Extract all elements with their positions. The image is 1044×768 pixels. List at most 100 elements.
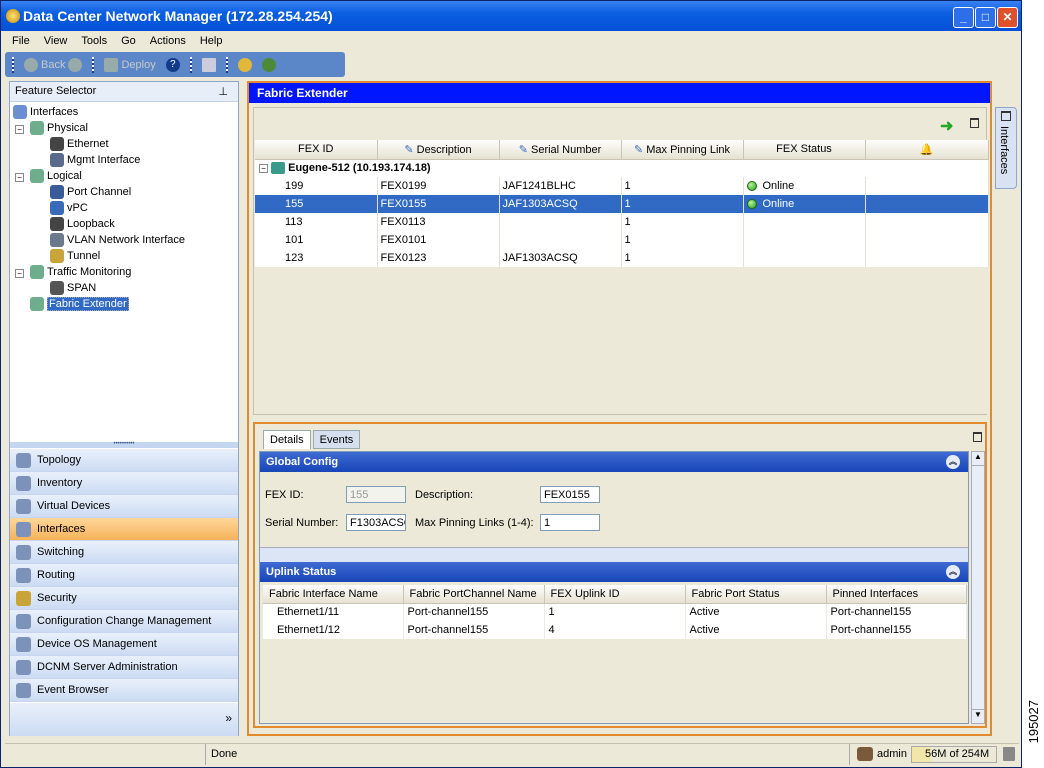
nav-dcnm-server-administration[interactable]: DCNM Server Administration	[10, 656, 238, 679]
delete-button[interactable]	[199, 55, 219, 75]
user-name: admin	[877, 748, 907, 760]
collapse-icon[interactable]: −	[259, 164, 268, 174]
table-row[interactable]: 123 FEX0123 JAF1303ACSQ 1	[255, 249, 989, 267]
refresh-button[interactable]	[235, 55, 255, 75]
table-row[interactable]: 199 FEX0199 JAF1241BLHC 1 Online	[255, 177, 989, 195]
maximize-pane-icon[interactable]	[970, 118, 979, 128]
col-pinned-interfaces[interactable]: Pinned Interfaces	[826, 585, 967, 604]
menu-help[interactable]: Help	[193, 35, 230, 47]
inspect-button[interactable]	[259, 55, 279, 75]
help-button[interactable]: ?	[163, 55, 183, 75]
table-row-selected[interactable]: 155 FEX0155 JAF1303ACSQ 1 Online	[255, 195, 989, 213]
device-group-row[interactable]: − Eugene-512 (10.193.174.18)	[255, 159, 989, 177]
tree-item-tunnel[interactable]: Tunnel	[50, 248, 100, 264]
collapse-icon[interactable]: −	[15, 125, 24, 134]
nav-label: Virtual Devices	[37, 500, 111, 512]
menu-actions[interactable]: Actions	[143, 35, 193, 47]
col-fabric-port-status[interactable]: Fabric Port Status	[685, 585, 827, 604]
nav-event-browser[interactable]: Event Browser	[10, 679, 238, 702]
collapse-section-icon[interactable]: ︽	[946, 565, 960, 579]
collapse-icon[interactable]: −	[15, 173, 24, 182]
nav-routing[interactable]: Routing	[10, 564, 238, 587]
tree-item-physical[interactable]: Physical	[30, 120, 88, 136]
deploy-button[interactable]: Deploy	[101, 55, 158, 75]
table-row[interactable]: Ethernet1/12 Port-channel155 4 Active Po…	[263, 621, 967, 639]
description-field[interactable]: FEX0155	[540, 486, 600, 503]
table-row[interactable]: Ethernet1/11 Port-channel155 1 Active Po…	[263, 603, 967, 621]
max-pinning-field[interactable]: 1	[540, 514, 600, 531]
app-icon	[6, 9, 20, 23]
global-config-header[interactable]: Global Config ︽	[260, 452, 968, 472]
col-fex-uplink-id[interactable]: FEX Uplink ID	[544, 585, 686, 604]
panel-splitter[interactable]: ••••••••••	[10, 441, 238, 448]
cell-serial	[499, 231, 622, 249]
nav-security[interactable]: Security	[10, 587, 238, 610]
column-label: Max Pinning Link	[646, 143, 731, 156]
event-browser-icon	[16, 682, 31, 698]
nav-virtual-devices[interactable]: Virtual Devices	[10, 495, 238, 518]
col-fabric-portchannel-name[interactable]: Fabric PortChannel Name	[403, 585, 545, 604]
tree-item-port-channel[interactable]: Port Channel	[50, 184, 131, 200]
col-serial-number[interactable]: ✎ Serial Number	[499, 140, 622, 160]
status-bar: Done admin 56M of 254M	[5, 743, 1019, 765]
maximize-pane-icon[interactable]	[973, 432, 982, 442]
nav-configuration-change-management[interactable]: Configuration Change Management	[10, 610, 238, 633]
minimize-button[interactable]: _	[953, 7, 974, 28]
tree-item-span[interactable]: SPAN	[50, 280, 96, 296]
back-button[interactable]: Back	[21, 55, 85, 75]
serial-number-field[interactable]: F1303ACSQ	[346, 514, 406, 531]
pin-icon[interactable]: ⊥	[218, 85, 228, 98]
nav-topology[interactable]: Topology	[10, 449, 238, 472]
tree-item-mgmt-interface[interactable]: Mgmt Interface	[50, 152, 140, 168]
more-buttons-toggle[interactable]: »	[10, 703, 238, 736]
nav-label: DCNM Server Administration	[37, 661, 178, 673]
tree-item-traffic-monitoring[interactable]: Traffic Monitoring	[30, 264, 131, 280]
nav-interfaces[interactable]: Interfaces	[10, 518, 238, 541]
col-fex-status[interactable]: FEX Status	[743, 140, 866, 160]
tree-item-ethernet[interactable]: Ethernet	[50, 136, 109, 152]
fabric-extender-icon	[30, 297, 44, 311]
config-icon	[16, 613, 31, 629]
nav-inventory[interactable]: Inventory	[10, 472, 238, 495]
uplink-status-body: Fabric Interface Name Fabric PortChannel…	[260, 582, 968, 723]
scroll-down-icon[interactable]: ▼	[972, 709, 984, 723]
col-alarm[interactable]: 🔔	[865, 140, 989, 160]
online-status-icon	[746, 181, 757, 192]
tree-label: Loopback	[67, 218, 115, 230]
uplink-status-header[interactable]: Uplink Status ︽	[260, 562, 968, 582]
menu-tools[interactable]: Tools	[74, 35, 114, 47]
column-label: FEX ID	[298, 143, 334, 156]
nav-device-os-management[interactable]: Device OS Management	[10, 633, 238, 656]
col-description[interactable]: ✎ Description	[377, 140, 500, 160]
feature-selector-title: Feature Selector	[15, 85, 97, 97]
trash-icon[interactable]	[1003, 747, 1015, 761]
tree-item-fabric-extender[interactable]: Fabric Extender	[30, 296, 129, 312]
nav-switching[interactable]: Switching	[10, 541, 238, 564]
maximize-button[interactable]: □	[975, 7, 996, 28]
tree-item-logical[interactable]: Logical	[30, 168, 82, 184]
close-button[interactable]: ✕	[997, 7, 1018, 28]
menu-go[interactable]: Go	[114, 35, 143, 47]
details-scrollbar[interactable]: ▲ ▼	[971, 451, 985, 724]
scroll-up-icon[interactable]: ▲	[972, 452, 984, 466]
go-arrow-icon[interactable]: ➜	[940, 116, 953, 136]
tree-item-vpc[interactable]: vPC	[50, 200, 88, 216]
tree-item-interfaces[interactable]: Interfaces	[13, 104, 78, 120]
collapse-section-icon[interactable]: ︽	[946, 455, 960, 469]
interfaces-side-tab[interactable]: Interfaces	[995, 107, 1017, 189]
col-fabric-interface-name[interactable]: Fabric Interface Name	[263, 585, 404, 604]
tab-events[interactable]: Events	[312, 430, 361, 449]
nav-label: Event Browser	[37, 684, 109, 696]
table-row[interactable]: 101 FEX0101 1	[255, 231, 989, 249]
menu-file[interactable]: File	[5, 35, 37, 47]
table-row[interactable]: 113 FEX0113 1	[255, 213, 989, 231]
collapse-icon[interactable]: −	[15, 269, 24, 278]
menu-view[interactable]: View	[37, 35, 75, 47]
tree-item-vlan-network-interface[interactable]: VLAN Network Interface	[50, 232, 185, 248]
nav-label: Interfaces	[37, 523, 86, 535]
col-fex-id[interactable]: FEX ID	[255, 140, 378, 160]
col-max-pinning-link[interactable]: ✎ Max Pinning Link	[621, 140, 744, 160]
column-label: Description	[416, 143, 472, 156]
tab-details[interactable]: Details	[263, 430, 311, 449]
tree-item-loopback[interactable]: Loopback	[50, 216, 115, 232]
